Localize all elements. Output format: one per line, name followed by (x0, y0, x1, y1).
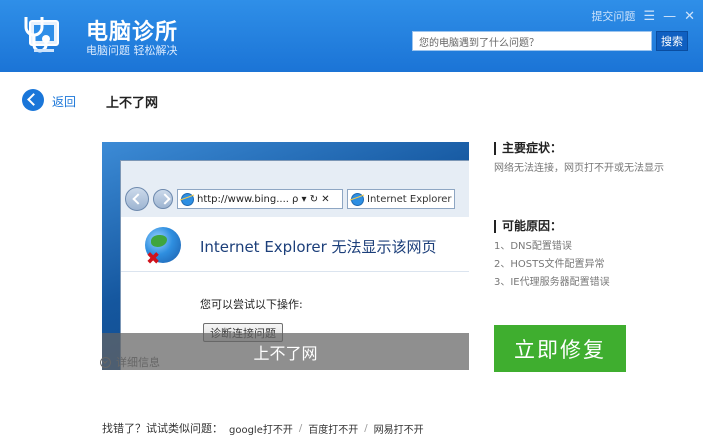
back-arrow-icon[interactable] (22, 89, 44, 111)
symptoms-heading: 主要症状： (494, 142, 562, 155)
details-row: 详细信息 (100, 354, 160, 370)
error-title: Internet Explorer 无法显示该网页 (200, 238, 437, 256)
menu-icon[interactable]: ☰ (643, 10, 655, 23)
cause-item: 3、IE代理服务器配置错误 (494, 277, 610, 288)
tab-label: Internet Explorer (367, 193, 452, 205)
address-bar: http://www.bing.... ρ ▾ ↻ ✕ (177, 189, 343, 209)
similar-link[interactable]: 百度打不开 (308, 421, 358, 436)
similar-link[interactable]: google打不开 (229, 421, 293, 436)
similar-link[interactable]: 网易打不开 (374, 421, 424, 436)
back-circle-icon (125, 187, 149, 211)
header-bar: 电脑诊所 电脑问题 轻松解决 提交问题 ☰ — ✕ 您的电脑遇到了什么问题？ 搜… (0, 0, 703, 72)
separator: / (364, 422, 368, 434)
separator: / (298, 422, 303, 434)
symptoms-text: 网络无法连接，网页打不开或无法显示 (494, 163, 664, 174)
browser-nav: http://www.bing.... ρ ▾ ↻ ✕ Internet Exp… (125, 185, 469, 213)
similar-label: 找错了？试试类似问题： (102, 422, 223, 435)
address-text: http://www.bing.... (197, 193, 289, 205)
similar-questions: 找错了？试试类似问题： google打不开 / 百度打不开 / 网易打不开 (102, 420, 424, 436)
fix-now-button[interactable]: 立即修复 (494, 325, 626, 372)
submit-question-link[interactable]: 提交问题 (591, 8, 635, 24)
cause-item: 2、HOSTS文件配置异常 (494, 259, 605, 270)
cause-item: 1、DNS配置错误 (494, 241, 572, 252)
window-controls: 提交问题 ☰ — ✕ (591, 8, 695, 24)
problem-screenshot: http://www.bing.... ρ ▾ ↻ ✕ Internet Exp… (102, 142, 469, 370)
expand-icon (100, 356, 111, 368)
divider (121, 271, 469, 272)
close-icon[interactable]: ✕ (684, 10, 695, 23)
forward-circle-icon (153, 189, 173, 209)
error-x-icon: ✖ (146, 249, 161, 269)
details-label: 详细信息 (116, 356, 160, 369)
minimize-icon[interactable]: — (663, 10, 676, 23)
address-tools: ρ ▾ ↻ ✕ (291, 193, 330, 205)
stethoscope-logo-icon (20, 13, 64, 57)
back-link[interactable]: 返回 (52, 93, 76, 110)
search-input[interactable]: 您的电脑遇到了什么问题？ (412, 31, 652, 51)
ie-tab-icon (351, 192, 364, 206)
try-text: 您可以尝试以下操作: (200, 298, 303, 311)
page-title: 上不了网 (106, 96, 159, 111)
brand-slogan: 电脑问题 轻松解决 (86, 44, 178, 57)
causes-heading: 可能原因： (494, 220, 562, 233)
ie-icon (181, 192, 194, 206)
search-button[interactable]: 搜索 (656, 31, 688, 51)
browser-tab: Internet Explorer (347, 189, 455, 209)
